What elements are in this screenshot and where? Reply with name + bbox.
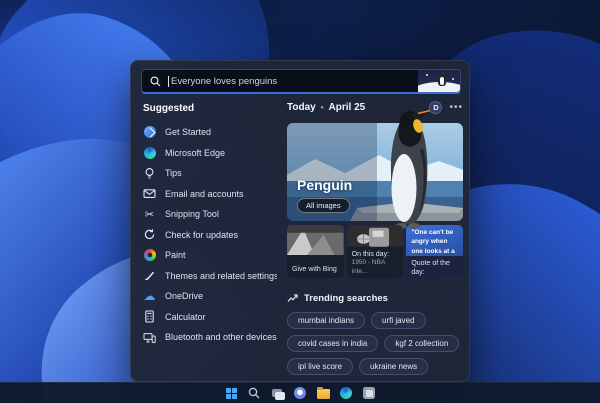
refresh-icon	[143, 228, 156, 241]
sidebar-item-calculator[interactable]: Calculator	[141, 307, 277, 328]
trending-section: Trending searches mumbai indians urfi ja…	[287, 293, 463, 375]
penguin-figure	[390, 109, 432, 229]
sidebar-item-check-for-updates[interactable]: Check for updates	[141, 225, 277, 246]
search-icon	[248, 387, 260, 399]
widgets-button[interactable]	[293, 386, 307, 400]
date-label: April 25	[328, 102, 366, 113]
desktop: Everyone loves penguins Suggested Get St…	[0, 0, 600, 403]
on-this-day-image	[346, 225, 404, 247]
search-panel: Everyone loves penguins Suggested Get St…	[130, 60, 470, 382]
task-view-icon	[272, 389, 285, 400]
search-text: Everyone loves penguins	[171, 75, 278, 87]
taskbar-search-button[interactable]	[247, 386, 261, 400]
star-icon	[452, 78, 454, 80]
file-explorer-button[interactable]	[316, 386, 330, 400]
cards-row: Give with Bing On this day: 1950 - NBA i…	[287, 225, 464, 278]
sidebar-item-microsoft-edge[interactable]: Microsoft Edge	[141, 143, 277, 164]
calculator-icon	[143, 310, 156, 323]
all-images-button[interactable]: All images	[297, 198, 350, 213]
card-give-with-bing[interactable]: Give with Bing	[287, 225, 344, 278]
search-penguin-illustration	[418, 70, 460, 92]
text-caret	[168, 75, 169, 87]
trending-pill[interactable]: mumbai indians	[287, 312, 366, 329]
cloud-icon: ☁	[143, 289, 156, 304]
app-button[interactable]	[362, 386, 376, 400]
edge-icon	[340, 387, 352, 399]
search-icon	[150, 75, 161, 86]
paint-palette-icon	[143, 249, 156, 262]
sidebar-item-get-started[interactable]: Get Started	[141, 122, 277, 143]
sidebar-item-onedrive[interactable]: ☁ OneDrive	[141, 286, 277, 307]
more-menu-icon[interactable]: •••	[449, 102, 463, 112]
give-with-bing-image	[287, 225, 344, 255]
card-subtitle: 1950 - NBA inte...	[351, 259, 385, 275]
folder-icon	[316, 387, 330, 399]
sidebar-item-snipping-tool[interactable]: ✂ Snipping Tool	[141, 204, 277, 225]
widgets-icon	[294, 387, 306, 399]
trending-pills: mumbai indians urfi javed covid cases in…	[287, 312, 463, 375]
sidebar-item-email-accounts[interactable]: Email and accounts	[141, 184, 277, 205]
today-label: Today	[287, 102, 316, 113]
windows-logo-icon	[225, 387, 237, 399]
trending-icon	[287, 294, 298, 302]
suggested-list: Suggested Get Started Microsoft Edge Tip…	[141, 101, 277, 375]
sidebar-item-paint[interactable]: Paint	[141, 245, 277, 266]
card-on-this-day[interactable]: On this day: 1950 - NBA inte...	[346, 225, 404, 278]
trending-pill[interactable]: ukraine news	[359, 358, 429, 375]
card-quote-of-the-day[interactable]: "One can't be angry when one looks at a …	[406, 225, 464, 278]
card-title: On this day:	[351, 250, 390, 258]
start-button[interactable]	[224, 386, 238, 400]
trending-pill[interactable]: urfi javed	[371, 312, 426, 329]
today-panel: Today • April 25 D ••• Penguin All image…	[277, 101, 464, 375]
trending-pill[interactable]: ipl live score	[287, 358, 354, 375]
trending-header: Trending searches	[304, 293, 388, 304]
devices-icon	[143, 331, 156, 344]
lightbulb-icon	[143, 167, 156, 180]
search-input[interactable]: Everyone loves penguins	[141, 69, 461, 94]
paintbrush-icon	[143, 269, 156, 282]
get-started-icon	[143, 126, 156, 139]
edge-button[interactable]	[339, 386, 353, 400]
scissors-icon: ✂	[144, 207, 155, 221]
envelope-icon	[143, 187, 156, 200]
sidebar-item-themes[interactable]: Themes and related settings	[141, 266, 277, 287]
trending-pill[interactable]: kgf 2 collection	[384, 335, 460, 352]
app-icon	[363, 387, 375, 399]
separator-dot: •	[320, 103, 324, 112]
trending-pill[interactable]: covid cases in india	[287, 335, 379, 352]
star-icon	[426, 74, 428, 76]
panel-content: Suggested Get Started Microsoft Edge Tip…	[141, 101, 464, 375]
task-view-button[interactable]	[270, 386, 285, 400]
taskbar	[0, 382, 600, 403]
sidebar-item-bluetooth-devices[interactable]: Bluetooth and other devices sett...	[141, 327, 277, 348]
card-title: Quote of the day:	[411, 260, 450, 277]
edge-icon	[143, 146, 156, 159]
suggested-header: Suggested	[143, 103, 195, 114]
sidebar-item-tips[interactable]: Tips	[141, 163, 277, 184]
hero-card-penguin[interactable]: Penguin All images	[287, 109, 463, 229]
mini-penguin-shape	[438, 73, 446, 86]
hero-title: Penguin	[297, 177, 353, 193]
card-title: Give with Bing	[292, 266, 337, 273]
